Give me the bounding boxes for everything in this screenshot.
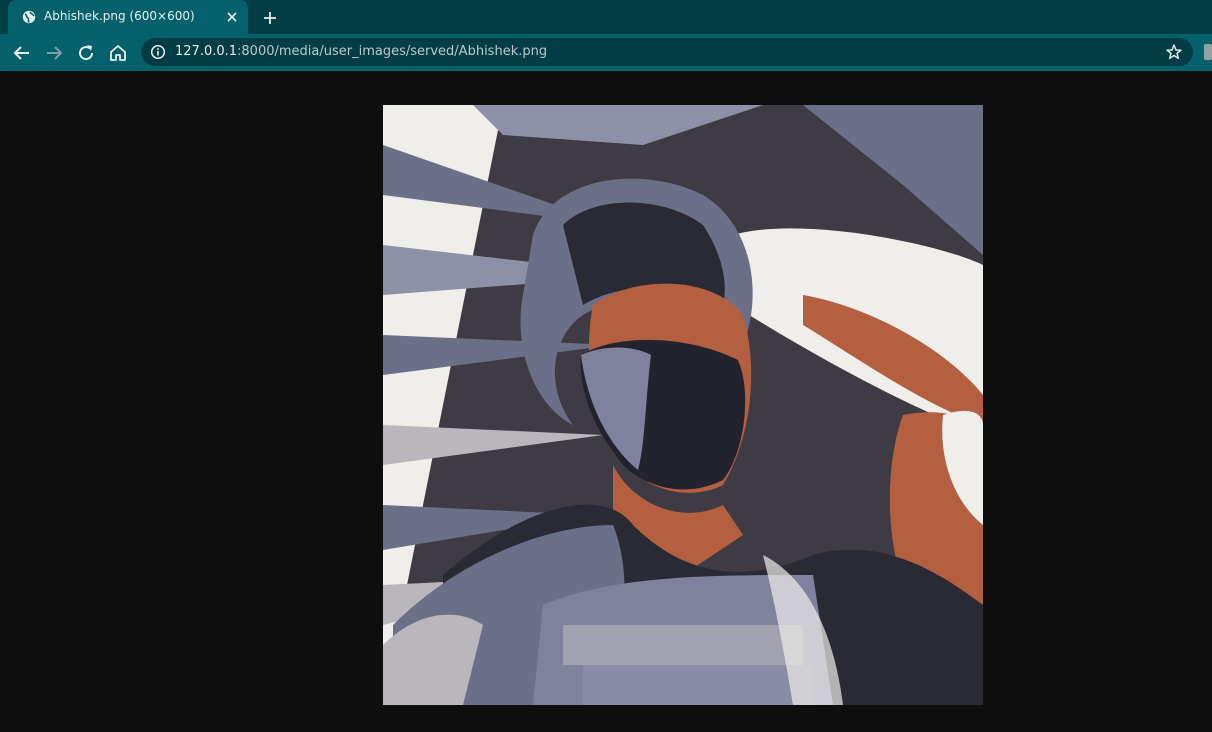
url-host: 127.0.0.1 <box>175 44 238 59</box>
tab-title: Abhishek.png (600×600) <box>44 9 195 23</box>
close-icon[interactable] <box>223 8 241 26</box>
plus-icon[interactable] <box>259 7 281 29</box>
image-viewer <box>0 71 1212 732</box>
url-text[interactable]: 127.0.0.1:8000/media/user_images/served/… <box>175 44 547 59</box>
back-arrow-icon[interactable] <box>10 41 34 65</box>
reload-icon[interactable] <box>74 41 98 65</box>
star-icon[interactable] <box>1165 43 1183 61</box>
active-tab[interactable]: Abhishek.png (600×600) <box>8 0 248 34</box>
url-path: :8000/media/user_images/served/Abhishek.… <box>237 44 548 59</box>
address-bar[interactable]: 127.0.0.1:8000/media/user_images/served/… <box>141 38 1193 66</box>
tab-strip: Abhishek.png (600×600) <box>0 0 1212 34</box>
home-icon[interactable] <box>106 41 130 65</box>
displayed-image <box>383 105 983 705</box>
info-icon[interactable] <box>150 44 166 60</box>
extension-icon[interactable] <box>1204 44 1212 60</box>
forward-arrow-icon[interactable] <box>42 41 66 65</box>
globe-icon <box>22 10 36 24</box>
